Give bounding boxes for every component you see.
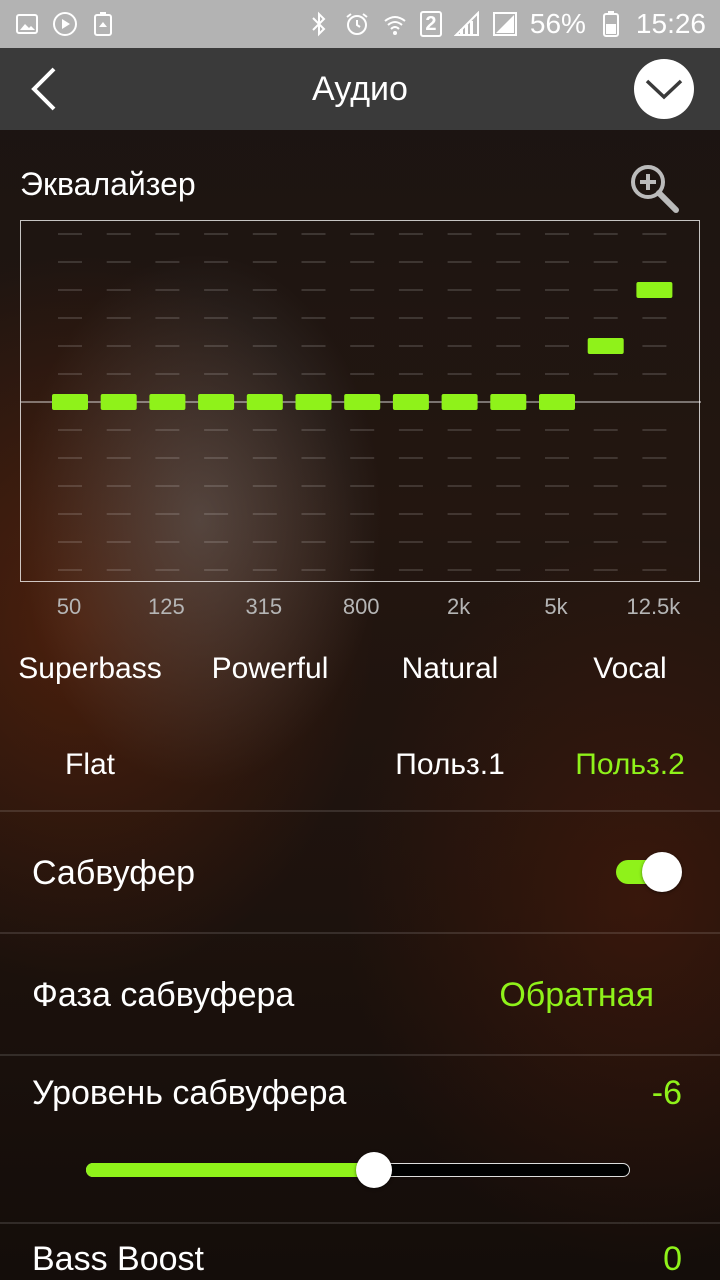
chevron-left-icon (31, 67, 56, 111)
zoom-in-icon (631, 165, 679, 213)
toggle-knob (642, 852, 682, 892)
subwoofer-level-value: -6 (651, 1074, 682, 1112)
bass-boost-value[interactable]: 0 (663, 1240, 682, 1279)
eq-band-marker[interactable] (490, 394, 527, 410)
preset-item[interactable]: Vocal (593, 652, 666, 686)
alarm-icon (344, 11, 370, 37)
frequency-label: 12.5k (626, 594, 681, 619)
eq-band-marker[interactable] (441, 394, 478, 410)
preset-item[interactable]: Польз.2 (575, 748, 685, 782)
sim-badge: 2 (419, 11, 442, 37)
play-icon (52, 11, 78, 37)
eq-band-marker[interactable] (636, 282, 673, 298)
eq-band-marker[interactable] (344, 394, 381, 410)
divider (0, 932, 720, 934)
slider-thumb[interactable] (356, 1152, 393, 1188)
wifi-icon (382, 11, 408, 37)
back-button[interactable] (18, 64, 68, 114)
confirm-button[interactable] (634, 59, 694, 119)
status-right: 2 56% 15:26 (306, 8, 706, 40)
preset-item[interactable]: Powerful (212, 652, 329, 686)
eq-band-marker[interactable] (587, 338, 624, 354)
subwoofer-phase-label: Фаза сабвуфера (32, 976, 295, 1014)
battery-icon (598, 11, 624, 37)
eq-band-marker[interactable] (246, 394, 283, 410)
frequency-label: 315 (245, 594, 283, 619)
preset-item[interactable]: Польз.1 (395, 748, 505, 782)
eq-band-marker[interactable] (198, 394, 235, 410)
page-title: Аудио (312, 69, 408, 108)
eq-band-marker[interactable] (295, 394, 332, 410)
eq-band-marker[interactable] (539, 394, 575, 410)
frequency-label: 2k (446, 594, 471, 619)
equalizer-title: Эквалайзер (20, 166, 196, 202)
eq-band-marker[interactable] (100, 394, 137, 410)
preset-item[interactable]: Flat (65, 748, 115, 782)
divider (0, 810, 720, 812)
divider (0, 1054, 720, 1056)
battery-saver-icon (90, 11, 116, 37)
frequency-label: 800 (342, 594, 380, 619)
preset-item[interactable]: Superbass (18, 652, 161, 686)
eq-band-marker[interactable] (52, 394, 88, 410)
battery-percent: 56% (529, 8, 586, 39)
clock: 15:26 (635, 8, 706, 39)
check-icon (645, 79, 683, 100)
app-header: Аудио (0, 48, 720, 130)
status-bar: 2 56% 15:26 (0, 0, 720, 48)
subwoofer-toggle[interactable] (614, 852, 682, 892)
preset-item[interactable]: Natural (402, 652, 499, 686)
bass-boost-label: Bass Boost (32, 1240, 204, 1278)
frequency-label: 5k (544, 594, 568, 619)
subwoofer-phase-value[interactable]: Обратная (499, 976, 654, 1015)
bluetooth-icon (306, 11, 332, 37)
divider (0, 1222, 720, 1224)
zoom-in-button[interactable] (626, 160, 682, 216)
subwoofer-level-label: Уровень сабвуфера (32, 1074, 347, 1112)
slider-fill (86, 1163, 375, 1177)
signal-icon (492, 11, 518, 37)
eq-band-marker[interactable] (149, 394, 186, 410)
subwoofer-level-slider[interactable] (86, 1150, 630, 1190)
frequency-label: 50 (56, 594, 82, 619)
gallery-icon (14, 11, 40, 37)
eq-band-marker[interactable] (392, 394, 429, 410)
equalizer-graph[interactable] (21, 221, 701, 583)
signal-icon (453, 11, 480, 37)
frequency-label: 125 (148, 594, 185, 619)
equalizer-panel[interactable] (20, 220, 701, 583)
status-left (14, 11, 116, 37)
subwoofer-label: Сабвуфер (32, 854, 196, 892)
